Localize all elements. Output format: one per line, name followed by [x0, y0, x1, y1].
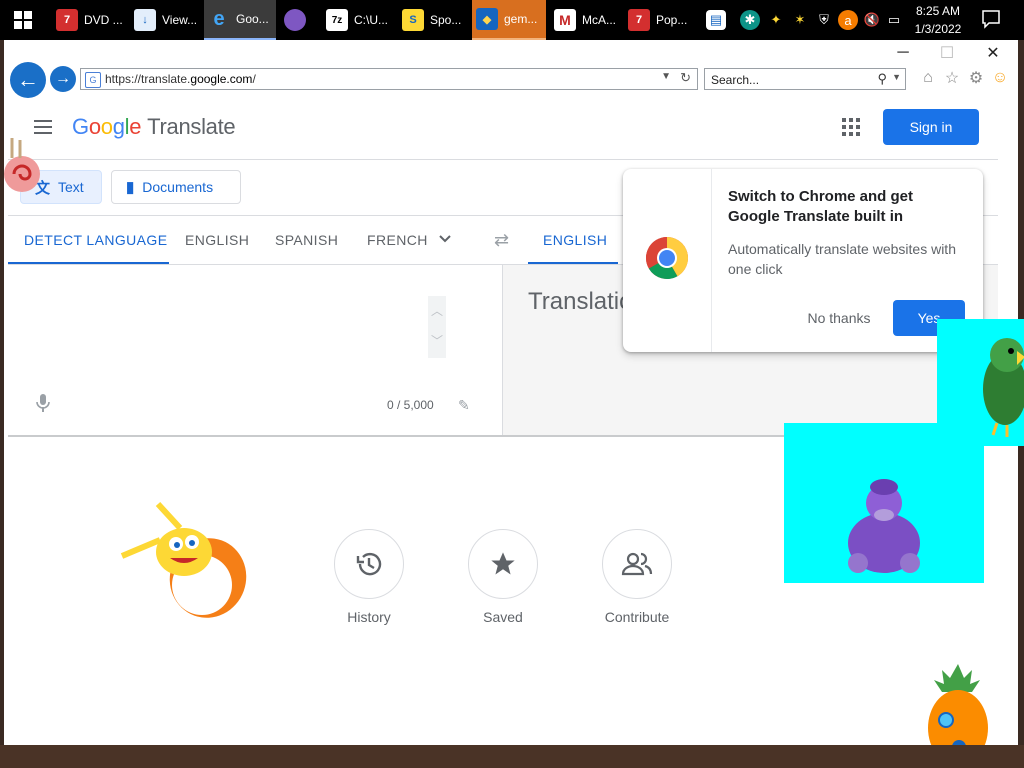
snail-buddy[interactable]: [0, 132, 46, 194]
sign-in-button[interactable]: Sign in: [883, 109, 979, 145]
popup-body: Automatically translate websites with on…: [728, 241, 956, 277]
swap-languages-icon[interactable]: ⇄: [494, 230, 509, 251]
chevron-down-icon[interactable]: ▼: [892, 72, 901, 82]
address-url: https://translate.google.com/: [105, 72, 256, 86]
arrow-right-icon: →: [55, 70, 71, 87]
history-label: History: [347, 609, 391, 625]
spongebob-icon: S: [402, 9, 424, 31]
bonzi-icon: [284, 9, 306, 31]
no-thanks-button[interactable]: No thanks: [793, 300, 885, 336]
shield-icon: ◆: [476, 8, 498, 30]
scroll-arrows[interactable]: ︿ ﹀: [428, 296, 446, 358]
tab-english-source[interactable]: ENGLISH: [185, 216, 249, 264]
tab-spanish[interactable]: SPANISH: [275, 216, 338, 264]
star-icon: [491, 552, 515, 575]
minimize-button[interactable]: ─: [888, 42, 918, 64]
arrow-left-icon: ←: [17, 67, 39, 92]
card-icon[interactable]: ▤: [706, 10, 726, 30]
search-icon[interactable]: ⚲: [877, 71, 887, 87]
windows-icon: [14, 11, 32, 29]
char-count: 0 / 5,000: [387, 398, 434, 412]
chrome-icon: [645, 237, 688, 280]
taskbar-ie[interactable]: e Goo...: [204, 0, 276, 40]
saved-label: Saved: [483, 609, 523, 625]
bonzi-buddy[interactable]: [784, 423, 984, 583]
ie-icon: e: [213, 7, 225, 30]
chrome-promo-popup: Switch to Chrome and get Google Translat…: [623, 169, 983, 352]
pencil-icon[interactable]: ✎: [458, 397, 470, 414]
popup-divider: [711, 169, 712, 352]
taskbar-bonzi[interactable]: [280, 0, 316, 40]
chevron-down-icon[interactable]: ▼: [661, 71, 671, 82]
google-translate-logo[interactable]: Google Translate: [72, 114, 236, 140]
popup-title: Switch to Chrome and get Google Translat…: [728, 188, 914, 225]
close-button[interactable]: ✕: [978, 42, 1008, 64]
download-icon: ↓: [134, 9, 156, 31]
maximize-button[interactable]: ☐: [932, 42, 962, 64]
mode-documents-button[interactable]: ▮ Documents: [111, 170, 241, 204]
tab-french[interactable]: FRENCH: [367, 216, 428, 264]
contribute-label: Contribute: [604, 609, 670, 625]
taskbar-dvd[interactable]: 7 DVD ...: [52, 0, 126, 40]
favorites-star-icon[interactable]: ☆: [942, 68, 962, 88]
chevron-up-icon: ︿: [430, 304, 443, 318]
clock[interactable]: 8:25 AM 1/3/2022: [908, 2, 968, 38]
taskbar-viewer[interactable]: ↓ View...: [130, 0, 202, 40]
search-box[interactable]: Search... ⚲ ▼: [704, 68, 906, 90]
microphone-icon[interactable]: [36, 394, 50, 412]
forward-button[interactable]: →: [50, 66, 76, 92]
gear-icon[interactable]: ⚙: [966, 68, 986, 88]
people-icon: [621, 552, 653, 576]
mcafee-icon: M: [554, 9, 576, 31]
chevron-down-icon: ﹀: [430, 334, 443, 348]
smiley-icon[interactable]: ☺: [990, 68, 1010, 88]
back-button[interactable]: ←: [10, 62, 46, 98]
volume-mute-icon[interactable]: 🔇: [862, 10, 882, 30]
tab-detect-language[interactable]: DETECT LANGUAGE: [8, 216, 169, 264]
bonzi-icon: [848, 479, 920, 573]
contribute-button[interactable]: [602, 529, 672, 599]
shield-tray-icon[interactable]: ⛨: [814, 10, 834, 30]
taskbar-gem[interactable]: ◆ gem...: [472, 0, 546, 40]
chevron-down-icon[interactable]: [438, 232, 452, 246]
apps-grid-icon[interactable]: [842, 118, 860, 136]
notification-icon[interactable]: [980, 8, 1002, 30]
taskbar: 7 DVD ... ↓ View... e Goo... 7z C:\U... S Spo…: [0, 0, 1024, 40]
refresh-icon[interactable]: ↻: [680, 70, 691, 86]
start-button[interactable]: [0, 0, 46, 40]
address-bar[interactable]: G https://translate.google.com/ ▼ ↻: [80, 68, 698, 90]
dvd-icon: 7: [56, 9, 78, 31]
taskbar-7zip[interactable]: 7z C:\U...: [322, 0, 396, 40]
avast-icon[interactable]: a: [838, 10, 858, 30]
desktop-background: [0, 745, 1024, 768]
saved-button[interactable]: [468, 529, 538, 599]
home-icon[interactable]: ⌂: [918, 68, 938, 88]
asterisk-icon[interactable]: ✱: [740, 10, 760, 30]
header-divider: [8, 159, 998, 160]
favicon-icon: G: [85, 72, 101, 88]
popup-icon: 7: [628, 9, 650, 31]
history-icon: [356, 552, 382, 576]
taskbar-popup[interactable]: 7 Pop...: [624, 0, 698, 40]
tab-english-target[interactable]: ENGLISH: [528, 216, 618, 264]
bird-icon[interactable]: ✦: [766, 10, 786, 30]
7zip-icon: 7z: [326, 9, 348, 31]
history-button[interactable]: [334, 529, 404, 599]
star-tray-icon[interactable]: ✶: [790, 10, 810, 30]
document-icon: ▮: [126, 179, 135, 196]
taskbar-spongebob[interactable]: S Spo...: [398, 0, 470, 40]
network-icon[interactable]: ▭: [884, 10, 904, 30]
spongebob-buddy[interactable]: [120, 500, 260, 625]
taskbar-mcafee[interactable]: M McA...: [550, 0, 624, 40]
